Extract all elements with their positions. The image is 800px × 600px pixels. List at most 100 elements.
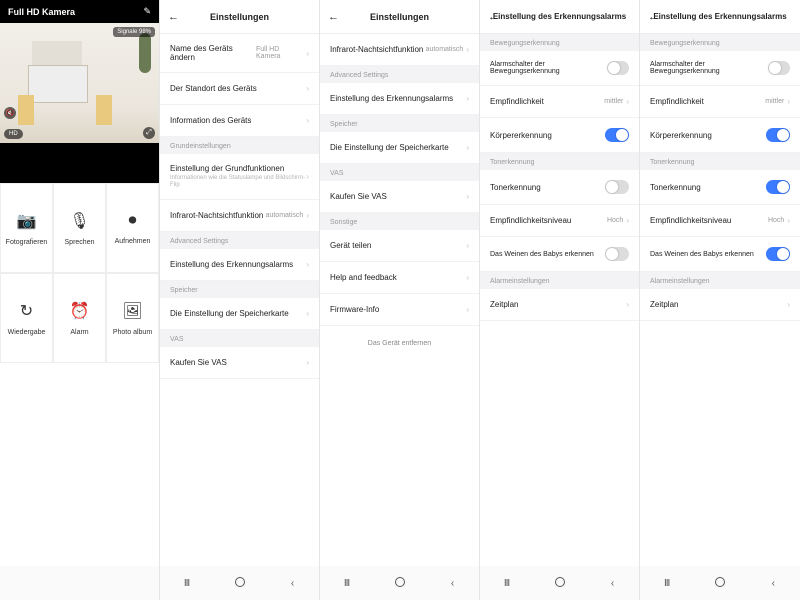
toggle-body[interactable] — [766, 128, 790, 142]
item-detection-alarm[interactable]: Einstellung des Erkennungsalarms› — [160, 249, 319, 281]
item-baby-cry[interactable]: Das Weinen des Babys erkennen — [480, 237, 639, 272]
item-share[interactable]: Gerät teilen› — [320, 230, 479, 262]
mic-icon: 🎙 — [69, 211, 89, 231]
action-alarm[interactable]: ⏰Alarm — [53, 273, 106, 363]
nav-home-icon[interactable] — [705, 577, 735, 590]
chevron-right-icon: › — [466, 273, 469, 282]
nav-recent-icon[interactable]: III — [332, 578, 362, 589]
remove-device-link[interactable]: Das Gerät entfernen — [320, 326, 479, 361]
chevron-right-icon: › — [306, 116, 309, 125]
item-baby-cry[interactable]: Das Weinen des Babys erkennen — [640, 237, 800, 272]
item-vas[interactable]: Kaufen Sie VAS› — [160, 347, 319, 379]
item-firmware[interactable]: Firmware-Info› — [320, 294, 479, 326]
chevron-right-icon: › — [787, 216, 790, 225]
record-icon: ⏺ — [128, 212, 136, 230]
fullscreen-icon[interactable]: ⤢ — [143, 127, 155, 139]
item-help[interactable]: Help and feedback› — [320, 262, 479, 294]
section-alarm: Alarmeinstellungen — [640, 272, 800, 289]
section-vas: VAS — [320, 164, 479, 181]
item-rename[interactable]: Name des Geräts ändernFull HD Kamera› — [160, 34, 319, 73]
system-nav — [0, 566, 159, 600]
nav-back-icon[interactable]: ‹ — [758, 578, 788, 589]
system-nav: III ‹ — [640, 566, 800, 600]
back-icon[interactable]: ← — [648, 11, 659, 23]
nav-recent-icon[interactable]: III — [492, 578, 522, 589]
toggle-motion[interactable] — [607, 61, 629, 75]
nav-back-icon[interactable]: ‹ — [278, 578, 308, 589]
nav-home-icon[interactable] — [385, 577, 415, 590]
screen-settings-scrolled: ← Einstellungen Infrarot-Nachtsichtfunkt… — [320, 0, 480, 600]
mute-icon[interactable]: 🔇 — [4, 107, 16, 119]
section-sound: Tonerkennung — [480, 153, 639, 170]
chevron-right-icon: › — [306, 358, 309, 367]
nav-recent-icon[interactable]: III — [652, 578, 682, 589]
back-icon[interactable]: ← — [488, 11, 499, 23]
toggle-motion[interactable] — [768, 61, 790, 75]
back-icon[interactable]: ← — [168, 11, 179, 23]
toggle-sound[interactable] — [605, 180, 629, 194]
back-icon[interactable]: ← — [328, 11, 339, 23]
item-detection-alarm[interactable]: Einstellung des Erkennungsalarms› — [320, 83, 479, 115]
toggle-baby[interactable] — [766, 247, 790, 261]
item-schedule[interactable]: Zeitplan› — [480, 289, 639, 321]
item-infrared[interactable]: Infrarot-Nachtsichtfunktionautomatisch› — [160, 200, 319, 232]
item-sensitivity[interactable]: Empfindlichkeitmittler› — [480, 86, 639, 118]
screen-alarm-a: ← Einstellung des Erkennungsalarms Beweg… — [480, 0, 640, 600]
chevron-right-icon: › — [787, 97, 790, 106]
section-advanced: Advanced Settings — [160, 232, 319, 249]
alarm-icon: ⏰ — [70, 301, 90, 321]
screen-alarm-b: ← Einstellung des Erkennungsalarms Beweg… — [640, 0, 800, 600]
camera-preview[interactable]: Signale 98% 🔇 HD ⤢ — [0, 23, 159, 143]
section-basic: Grundeinstellungen — [160, 137, 319, 154]
item-sound-level[interactable]: EmpfindlichkeitsniveauHoch› — [480, 205, 639, 237]
item-storage[interactable]: Die Einstellung der Speicherkarte› — [320, 132, 479, 164]
playback-icon: ↻ — [20, 301, 33, 321]
chevron-right-icon: › — [787, 300, 790, 309]
section-vas: VAS — [160, 330, 319, 347]
item-vas[interactable]: Kaufen Sie VAS› — [320, 181, 479, 213]
item-sound-level[interactable]: EmpfindlichkeitsniveauHoch› — [640, 205, 800, 237]
item-sensitivity[interactable]: Empfindlichkeitmittler› — [640, 86, 800, 118]
item-sound-detect[interactable]: Tonerkennung — [640, 170, 800, 205]
chevron-right-icon: › — [466, 94, 469, 103]
back-icon[interactable]: ← — [8, 6, 19, 18]
item-location[interactable]: Der Standort des Geräts› — [160, 73, 319, 105]
nav-back-icon[interactable]: ‹ — [438, 578, 468, 589]
nav-home-icon[interactable] — [225, 577, 255, 590]
item-body-detect[interactable]: Körpererkennung — [640, 118, 800, 153]
action-sprechen[interactable]: 🎙Sprechen — [53, 183, 106, 273]
chevron-right-icon: › — [466, 241, 469, 250]
edit-icon[interactable]: ✎ — [143, 6, 151, 17]
item-body-detect[interactable]: Körpererkennung — [480, 118, 639, 153]
action-fotografieren[interactable]: 📷Fotografieren — [0, 183, 53, 273]
chevron-right-icon: › — [306, 49, 309, 58]
action-wiedergabe[interactable]: ↻Wiedergabe — [0, 273, 53, 363]
nav-back-icon[interactable]: ‹ — [598, 578, 628, 589]
screen-camera-main: ← Full HD Kamera ✎ Signale 98% 🔇 HD ⤢ 📷F… — [0, 0, 160, 600]
signal-badge: Signale 98% — [113, 27, 155, 37]
nav-home-icon[interactable] — [545, 577, 575, 590]
item-basic-functions[interactable]: Einstellung der GrundfunktionenInformati… — [160, 154, 319, 200]
section-sound: Tonerkennung — [640, 153, 800, 170]
system-nav: III ‹ — [320, 566, 479, 600]
item-infrared[interactable]: Infrarot-Nachtsichtfunktionautomatisch› — [320, 34, 479, 66]
section-alarm: Alarmeinstellungen — [480, 272, 639, 289]
toggle-sound[interactable] — [766, 180, 790, 194]
item-sound-detect[interactable]: Tonerkennung — [480, 170, 639, 205]
item-device-info[interactable]: Information des Geräts› — [160, 105, 319, 137]
page-title: Einstellung des Erkennungsalarms — [653, 12, 786, 21]
toggle-baby[interactable] — [605, 247, 629, 261]
action-aufnehmen[interactable]: ⏺Aufnehmen — [106, 183, 159, 273]
system-nav: III ‹ — [480, 566, 639, 600]
chevron-right-icon: › — [306, 211, 309, 220]
item-motion-switch[interactable]: Alarmschalter der Bewegungserkennung — [640, 51, 800, 86]
item-storage[interactable]: Die Einstellung der Speicherkarte› — [160, 298, 319, 330]
action-photo-album[interactable]: 🖼Photo album — [106, 273, 159, 363]
screen-settings-top: ← Einstellungen Name des Geräts ändernFu… — [160, 0, 320, 600]
item-schedule[interactable]: Zeitplan› — [640, 289, 800, 321]
hd-badge[interactable]: HD — [4, 129, 23, 139]
section-other: Sonstige — [320, 213, 479, 230]
toggle-body[interactable] — [605, 128, 629, 142]
item-motion-switch[interactable]: Alarmschalter der Bewegungserkennung — [480, 51, 639, 86]
nav-recent-icon[interactable]: III — [172, 578, 202, 589]
